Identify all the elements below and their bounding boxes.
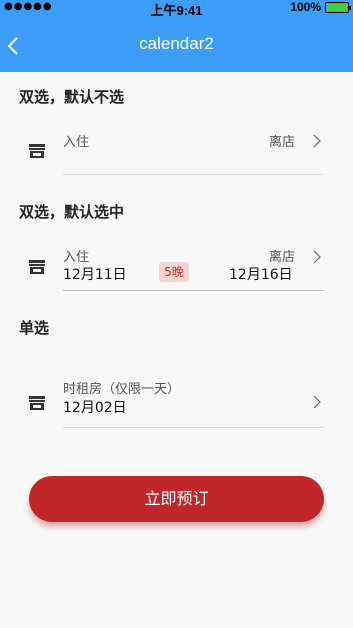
single-date-row[interactable]: 时租房（仅限一天） 12月02日 — [0, 372, 353, 430]
divider — [63, 427, 324, 428]
checkin-date: 12月11日 — [63, 267, 127, 283]
checkout-date: 12月16日 — [229, 267, 293, 283]
checkout-label: 离店 — [269, 250, 296, 265]
store-icon — [29, 144, 45, 158]
date-range-row-selected[interactable]: 入住 12月11日 5晚 离店 12月16日 — [0, 236, 353, 292]
chevron-right-icon — [313, 134, 321, 148]
store-icon — [29, 396, 45, 410]
book-now-button[interactable]: 立即预订 — [29, 476, 324, 522]
divider — [63, 174, 324, 175]
section-title-single: 单选 — [19, 319, 50, 337]
checkin-label: 入住 — [63, 250, 90, 265]
status-bar: ●●●●● 上午9:41 100% — [0, 0, 353, 18]
nav-bar: calendar2 — [0, 16, 353, 72]
battery-percent: 100% — [290, 0, 321, 14]
status-right: 100% — [290, 0, 351, 14]
chevron-right-icon — [313, 395, 321, 409]
hourly-room-label: 时租房（仅限一天） — [63, 382, 181, 397]
single-date: 12月02日 — [63, 400, 127, 416]
page-title: calendar2 — [139, 34, 214, 53]
date-range-row-unselected[interactable]: 入住 离店 — [0, 120, 353, 176]
section-title-double-unselected: 双选，默认不选 — [19, 88, 125, 106]
checkout-label: 离店 — [269, 135, 296, 150]
divider — [63, 290, 324, 291]
chevron-right-icon — [313, 250, 321, 264]
nights-badge: 5晚 — [159, 262, 189, 282]
checkin-label: 入住 — [63, 135, 90, 150]
store-icon — [29, 260, 45, 274]
section-title-double-selected: 双选，默认选中 — [19, 203, 125, 221]
battery-icon — [325, 1, 351, 13]
